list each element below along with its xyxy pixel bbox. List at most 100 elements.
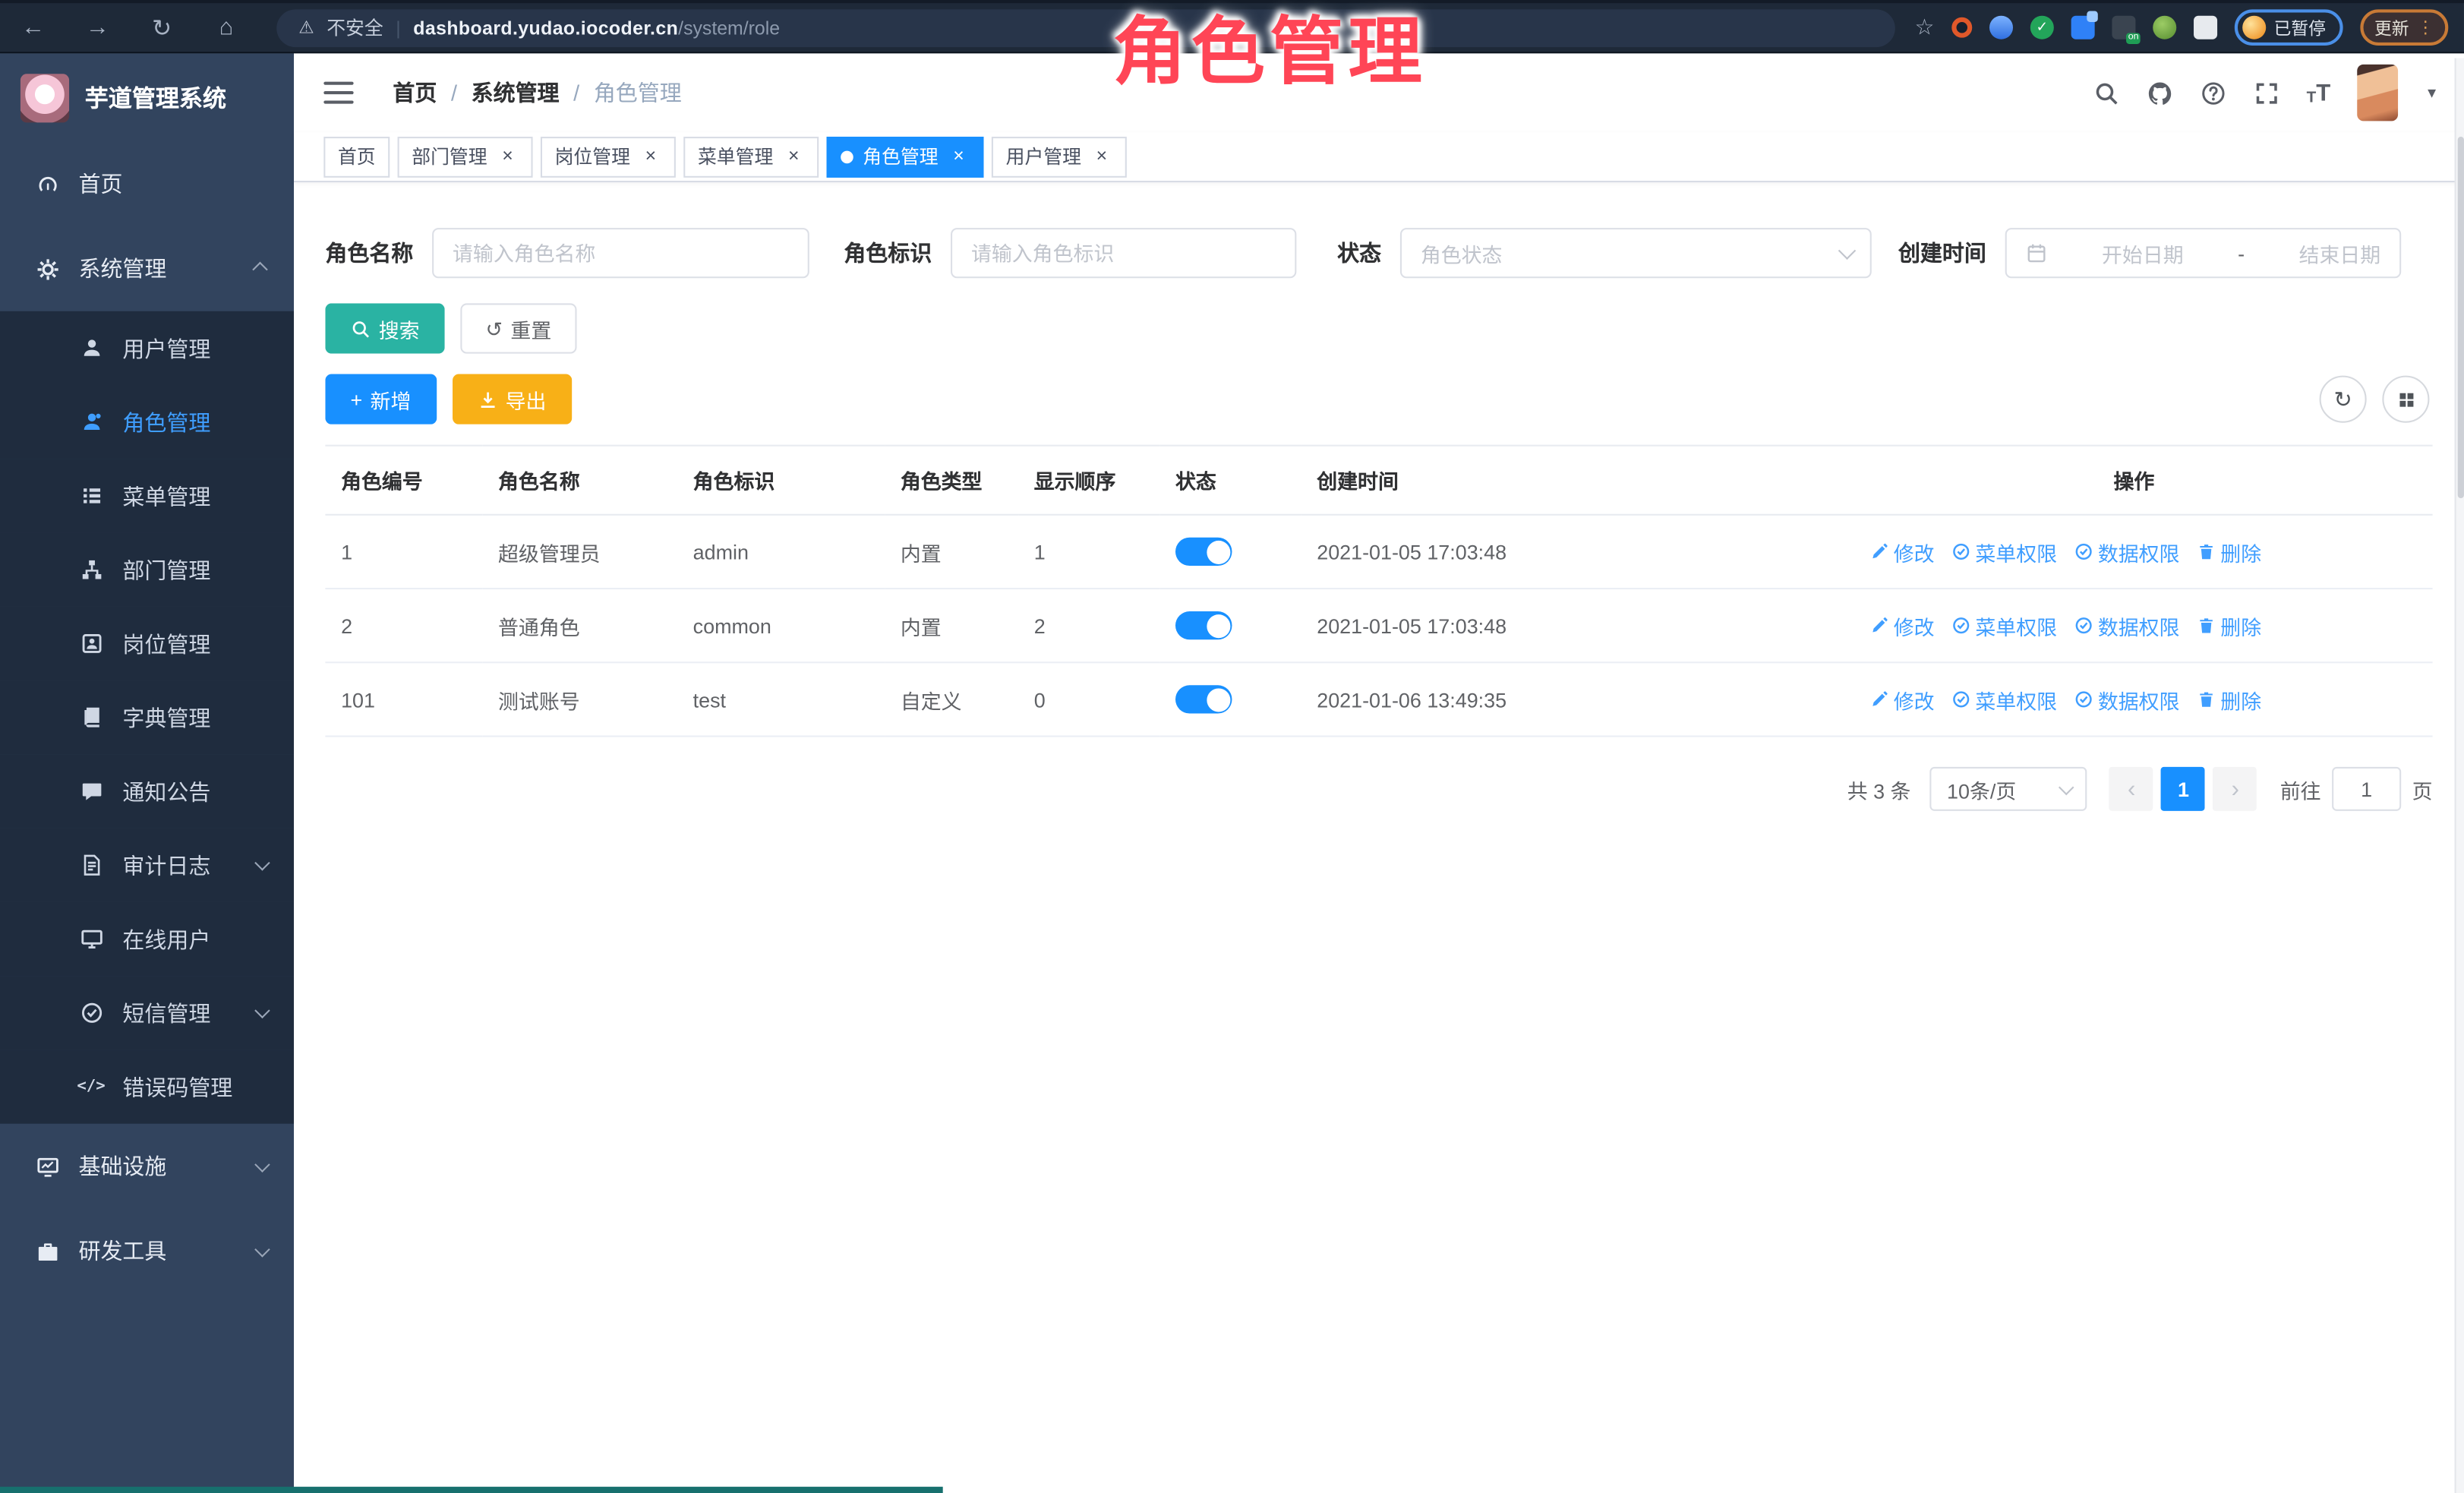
goto-page-input[interactable] [2332,767,2401,811]
column-settings-button[interactable] [2382,376,2429,423]
tab[interactable]: 岗位管理 × [541,136,676,177]
browser-back-icon[interactable]: ← [16,14,51,41]
tab[interactable]: 首页 [323,136,390,177]
active-dot-icon [841,150,853,163]
row-action-delete[interactable]: 删除 [2197,684,2261,714]
tab[interactable]: 部门管理 × [398,136,533,177]
extension-icon[interactable] [1989,16,2013,39]
plus-icon: + [350,389,362,409]
cell-role-sort: 0 [1018,662,1159,736]
sidebar-item-label: 菜单管理 [122,480,210,511]
role-key-input[interactable] [971,241,1276,265]
cell-role-type: 内置 [885,515,1018,589]
extension-icon[interactable] [2071,16,2095,39]
row-action-data-perm[interactable]: 数据权限 [2074,684,2180,714]
sidebar-item[interactable]: </> 错误码管理 [0,1050,294,1123]
help-icon[interactable] [2200,80,2226,106]
browser-forward-icon[interactable]: → [80,14,115,41]
sidebar-item[interactable]: 在线用户 [0,902,294,976]
user-avatar[interactable] [2357,65,2398,122]
roles-table: 角色编号角色名称角色标识角色类型显示顺序状态创建时间操作 1 超级管理员 adm… [325,445,2432,737]
row-action-menu-perm[interactable]: 菜单权限 [1951,611,2057,640]
sidebar-item[interactable]: 岗位管理 [0,607,294,680]
github-icon[interactable] [2147,80,2173,106]
status-select[interactable]: 角色状态 [1400,228,1872,278]
scrollbar-thumb[interactable] [2458,137,2464,498]
hamburger-icon[interactable] [323,81,353,103]
sidebar-item[interactable]: 系统管理 [0,226,294,311]
breadcrumb-item[interactable]: 系统管理 [472,77,594,108]
close-icon[interactable]: × [1090,145,1112,167]
export-button[interactable]: 导出 [452,374,571,425]
close-icon[interactable]: × [783,145,805,167]
cell-actions: 修改菜单权限数据权限删除 [1819,662,2432,736]
browser-home-icon[interactable]: ⌂ [209,14,244,41]
breadcrumb-item[interactable]: 角色管理 [594,77,682,108]
row-action-edit[interactable]: 修改 [1870,684,1935,714]
sidebar-item[interactable]: 字典管理 [0,680,294,754]
search-icon[interactable] [2093,80,2119,106]
sidebar-item[interactable]: 审计日志 [0,829,294,902]
status-toggle[interactable] [1175,538,1232,566]
tab[interactable]: 用户管理 × [992,136,1127,177]
sidebar-item[interactable]: 短信管理 [0,976,294,1050]
sidebar-item[interactable]: 菜单管理 [0,459,294,532]
extension-icon[interactable]: on [2112,16,2135,39]
bookmark-star-icon[interactable]: ☆ [1915,14,1935,41]
row-action-edit[interactable]: 修改 [1870,537,1935,567]
close-icon[interactable]: × [948,145,970,167]
browser-profile-button[interactable]: 已暂停 [2235,9,2343,46]
status-toggle[interactable] [1175,685,1232,713]
search-button[interactable]: 搜索 [325,303,444,353]
app-logo-row[interactable]: 芋道管理系统 [0,53,294,141]
caret-down-icon[interactable]: ▼ [2425,85,2438,101]
extension-icon[interactable] [2153,16,2176,39]
sidebar-item[interactable]: 用户管理 [0,311,294,385]
row-action-edit[interactable]: 修改 [1870,611,1935,640]
row-action-data-perm[interactable]: 数据权限 [2074,537,2180,567]
url: dashboard.yudao.iocoder.cn/system/role [413,17,780,39]
reset-button[interactable]: ↺ 重置 [460,303,576,353]
date-range-picker[interactable]: 开始日期 - 结束日期 [2005,228,2402,278]
goto-label: 前往 [2280,774,2321,803]
status-select-placeholder: 角色状态 [1421,238,1503,268]
row-action-delete[interactable]: 删除 [2197,611,2261,640]
row-action-data-perm[interactable]: 数据权限 [2074,611,2180,640]
refresh-button[interactable]: ↻ [2320,376,2367,423]
browser-menu-icon[interactable]: ⋮ [2417,17,2434,38]
sidebar-item[interactable]: 研发工具 [0,1208,294,1293]
row-action-menu-perm[interactable]: 菜单权限 [1951,684,2057,714]
row-action-menu-perm[interactable]: 菜单权限 [1951,537,2057,567]
next-icon: › [2232,775,2239,802]
extension-icon[interactable]: ✓ [2030,16,2054,39]
fullscreen-icon[interactable] [2253,80,2279,106]
sidebar-item[interactable]: 角色管理 [0,385,294,459]
page-size-select[interactable]: 10条/页 [1929,767,2087,811]
sidebar-item[interactable]: 部门管理 [0,533,294,607]
close-icon[interactable]: × [497,145,519,167]
scrollbar[interactable] [2455,58,2464,1493]
address-bar[interactable]: ⚠ 不安全 | dashboard.yudao.iocoder.cn/syste… [276,8,1895,46]
browser-reload-icon[interactable]: ↻ [144,14,179,42]
status-toggle[interactable] [1175,611,1232,639]
sidebar-item[interactable]: 首页 [0,141,294,226]
next-page-button[interactable]: › [2213,767,2257,811]
extensions-puzzle-icon[interactable] [2194,16,2217,39]
row-action-delete[interactable]: 删除 [2197,537,2261,567]
header-actions: TT ▼ [2093,65,2439,122]
role-name-input[interactable] [453,241,789,265]
column-header: 角色类型 [885,446,1018,515]
prev-page-button[interactable]: ‹ [2109,767,2153,811]
sidebar-item[interactable]: 基础设施 [0,1124,294,1209]
breadcrumb-item[interactable]: 首页 [393,77,471,108]
sidebar-item[interactable]: 通知公告 [0,754,294,828]
tab[interactable]: 角色管理 × [827,136,984,177]
add-button[interactable]: + 新增 [325,374,436,425]
extension-icon[interactable] [1951,17,1972,38]
browser-update-button[interactable]: 更新 ⋮ [2360,9,2448,46]
close-icon[interactable]: × [639,145,661,167]
current-page[interactable]: 1 [2162,767,2206,811]
font-size-icon[interactable]: TT [2307,80,2331,106]
tab[interactable]: 菜单管理 × [683,136,819,177]
cell-role-key: admin [677,515,885,589]
